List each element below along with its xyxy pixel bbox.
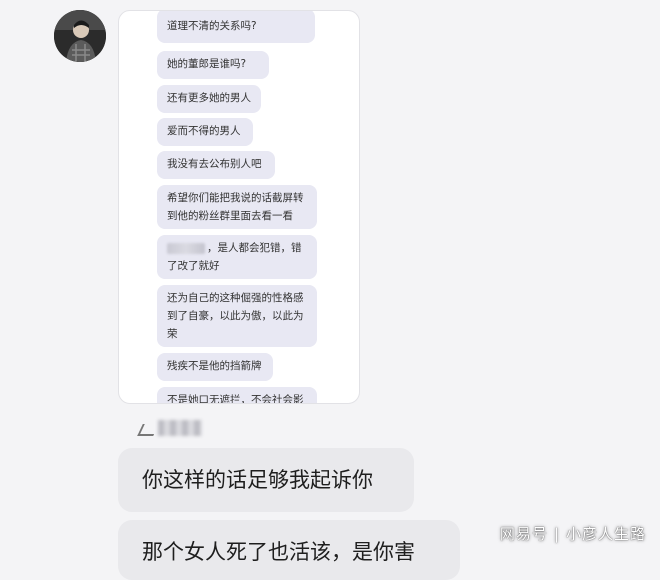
embedded-message: 残疾不是他的挡箭牌	[157, 353, 273, 381]
pencil-mark-icon	[137, 424, 159, 436]
redacted-name	[167, 242, 205, 254]
watermark-separator: |	[553, 525, 560, 543]
embedded-message: 她的董郎是谁吗?	[157, 51, 269, 79]
watermark: 网易号 | 小彦人生路	[500, 523, 646, 544]
embedded-message: 我没有去公布别人吧	[157, 151, 275, 179]
chat-bubble[interactable]: 你这样的话足够我起诉你	[118, 448, 414, 512]
redacted-sender-name	[137, 418, 204, 438]
embedded-message-with-redaction: ，是人都会犯错，错 了改了就好	[157, 235, 317, 279]
embedded-message: 还有更多她的男人	[157, 85, 261, 113]
person-avatar-icon	[54, 10, 106, 62]
embedded-message: 还为自己的这种倔强的性格感 到了自豪，以此为傲，以此为 荣	[157, 285, 317, 347]
embedded-message: 爱而不得的男人	[157, 118, 253, 146]
avatar[interactable]	[54, 10, 106, 62]
pixelated-name	[158, 420, 202, 436]
embedded-screenshot[interactable]: 道理不清的关系吗? 她的董郎是谁吗? 还有更多她的男人 爱而不得的男人 我没有去…	[118, 10, 360, 404]
embedded-message: 不是她口无遮拦，不会社会影	[157, 387, 317, 403]
watermark-author: 小彦人生路	[565, 525, 646, 543]
embedded-message: 道理不清的关系吗?	[157, 11, 315, 43]
embedded-message: 希望你们能把我说的话截屏转 到他的粉丝群里面去看一看	[157, 185, 317, 229]
watermark-source: 网易号	[499, 525, 548, 543]
chat-bubble[interactable]: 那个女人死了也活该，是你害	[118, 520, 460, 580]
